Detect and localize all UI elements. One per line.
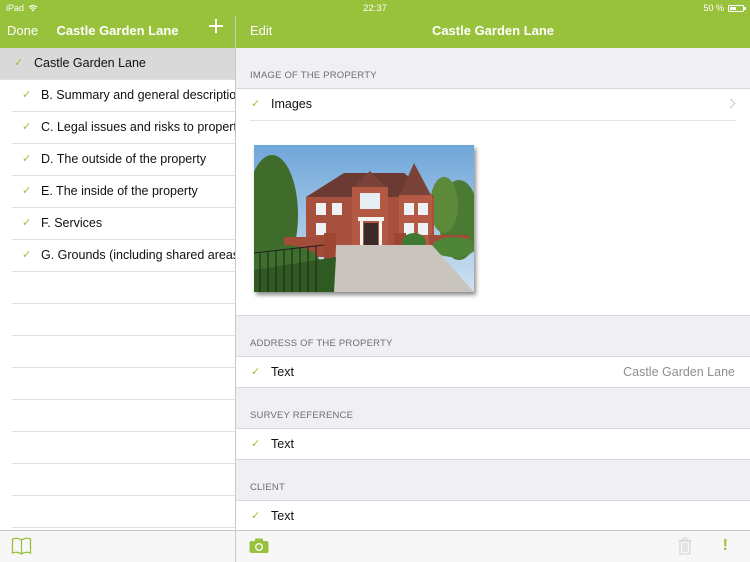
detail-title: Castle Garden Lane xyxy=(431,23,555,38)
exclamation-icon[interactable]: ! xyxy=(723,537,728,555)
empty-row xyxy=(12,368,235,400)
empty-row xyxy=(12,464,235,496)
battery-percent: 50 % xyxy=(703,3,724,13)
check-icon: ✓ xyxy=(251,438,261,450)
address-row-label: Text xyxy=(271,365,294,379)
address-value: Castle Garden Lane xyxy=(623,365,735,379)
master-nav-bar: Done Castle Garden Lane xyxy=(0,16,235,48)
list-item-legal[interactable]: ✓ C. Legal issues and risks to property xyxy=(12,112,235,144)
empty-row xyxy=(12,400,235,432)
check-icon: ✓ xyxy=(251,366,261,378)
images-row-label: Images xyxy=(271,97,312,111)
image-container xyxy=(236,120,750,316)
list-item-services[interactable]: ✓ F. Services xyxy=(12,208,235,240)
check-icon: ✓ xyxy=(22,153,32,165)
section-header-image: IMAGE OF THE PROPERTY xyxy=(250,70,377,81)
check-icon: ✓ xyxy=(22,217,32,229)
list-item-grounds[interactable]: ✓ G. Grounds (including shared areas) xyxy=(12,240,235,272)
survey-row-label: Text xyxy=(271,437,294,451)
list-item-castle-garden-lane[interactable]: ✓ Castle Garden Lane xyxy=(0,48,235,80)
battery-icon xyxy=(728,4,746,12)
master-list: ✓ Castle Garden Lane ✓ B. Summary and ge… xyxy=(0,48,235,530)
list-item-outside[interactable]: ✓ D. The outside of the property xyxy=(12,144,235,176)
detail-pane: IMAGE OF THE PROPERTY ✓ Images ADDRESS O… xyxy=(236,48,750,530)
client-row[interactable]: ✓ Text xyxy=(236,500,750,530)
chevron-right-icon xyxy=(725,98,736,109)
images-row[interactable]: ✓ Images xyxy=(236,88,750,120)
empty-row xyxy=(12,304,235,336)
section-header-client: CLIENT xyxy=(250,482,285,493)
trash-icon[interactable] xyxy=(678,537,692,555)
done-button[interactable]: Done xyxy=(7,23,38,38)
list-item-inside[interactable]: ✓ E. The inside of the property xyxy=(12,176,235,208)
detail-nav-bar: Edit Castle Garden Lane xyxy=(236,16,750,48)
section-header-address: ADDRESS OF THE PROPERTY xyxy=(250,338,393,349)
list-item-summary[interactable]: ✓ B. Summary and general description xyxy=(12,80,235,112)
survey-reference-row[interactable]: ✓ Text xyxy=(236,428,750,460)
property-photo[interactable] xyxy=(254,145,474,292)
empty-row xyxy=(12,432,235,464)
empty-row xyxy=(12,272,235,304)
book-icon[interactable] xyxy=(11,537,32,555)
check-icon: ✓ xyxy=(251,98,261,110)
list-item-label: E. The inside of the property xyxy=(41,184,198,198)
detail-toolbar: ! xyxy=(236,530,750,562)
status-bar: iPad 22:37 50 % xyxy=(0,0,750,16)
list-item-label: B. Summary and general description xyxy=(41,88,235,102)
add-icon[interactable] xyxy=(209,19,223,33)
master-title: Castle Garden Lane xyxy=(56,23,179,38)
list-item-label: C. Legal issues and risks to property xyxy=(41,120,235,134)
top-bar: iPad 22:37 50 % Done Castle Garden Lane … xyxy=(0,0,750,48)
status-time: 22:37 xyxy=(363,3,387,14)
master-toolbar xyxy=(0,530,235,562)
check-icon: ✓ xyxy=(14,57,24,69)
section-header-survey: SURVEY REFERENCE xyxy=(250,410,354,421)
check-icon: ✓ xyxy=(22,185,32,197)
check-icon: ✓ xyxy=(251,510,261,522)
camera-icon[interactable] xyxy=(249,538,269,554)
list-item-label: G. Grounds (including shared areas) xyxy=(41,248,235,262)
check-icon: ✓ xyxy=(22,249,32,261)
empty-row xyxy=(12,496,235,528)
house-image xyxy=(254,145,474,292)
list-item-label: D. The outside of the property xyxy=(41,152,207,166)
list-item-label: F. Services xyxy=(41,216,103,230)
check-icon: ✓ xyxy=(22,121,32,133)
check-icon: ✓ xyxy=(22,89,32,101)
address-row[interactable]: ✓ Text Castle Garden Lane xyxy=(236,356,750,388)
client-row-label: Text xyxy=(271,509,294,523)
list-item-label: Castle Garden Lane xyxy=(34,56,146,70)
empty-row xyxy=(12,336,235,368)
